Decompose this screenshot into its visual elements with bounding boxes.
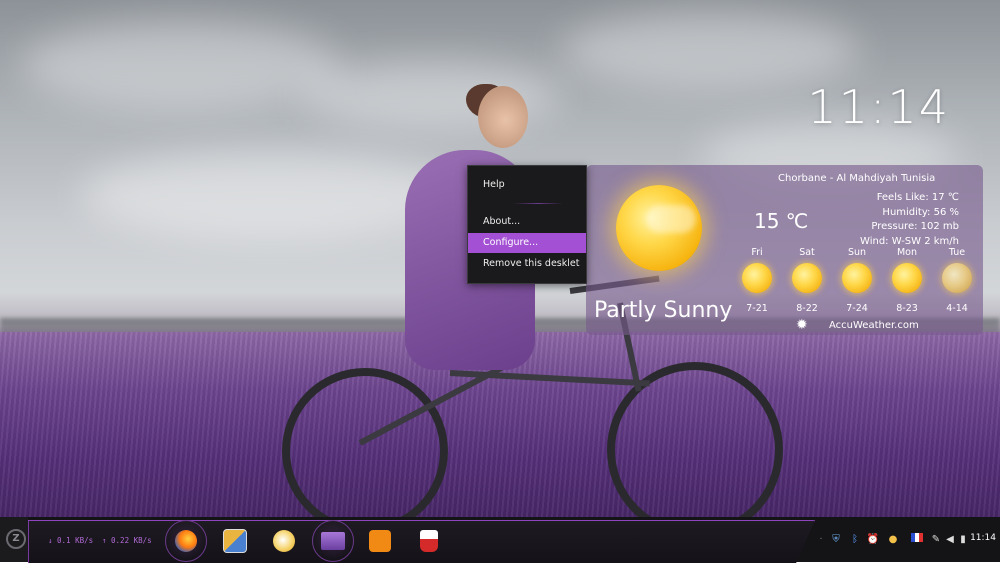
bluetooth-icon[interactable]: ᛒ — [849, 533, 861, 547]
keyboard-layout-flag-icon[interactable] — [910, 533, 924, 547]
battery-icon[interactable]: ▮ — [958, 533, 968, 547]
forecast-day-name: Fri — [751, 247, 763, 258]
forecast-range: 4-14 — [946, 303, 968, 314]
forecast-range: 7-21 — [746, 303, 768, 314]
hazy-sun-icon — [942, 263, 972, 293]
launcher-feed-reader[interactable] — [364, 525, 396, 557]
weather-app-icon — [273, 530, 295, 552]
net-down-speed: ↓ 0.1 KB/s — [48, 536, 94, 545]
menu-logo-icon[interactable]: Z — [6, 529, 26, 549]
forecast-day-name: Sat — [799, 247, 815, 258]
bottom-panel: Z ↓ 0.1 KB/s ↑ 0.22 KB/s · ⛨ ᛒ ⏰ ● ✎ ◀ ▮… — [0, 517, 1000, 563]
launcher-libreoffice[interactable] — [219, 525, 251, 557]
menu-item-remove-desklet[interactable]: Remove this desklet — [468, 254, 586, 274]
forecast-day: Mon 8-23 — [887, 247, 927, 315]
sunny-icon — [792, 263, 822, 293]
rss-icon — [369, 530, 391, 552]
popcorn-icon — [420, 530, 438, 552]
net-up-speed: ↑ 0.22 KB/s — [102, 536, 152, 545]
forecast-day-name: Sun — [847, 247, 867, 258]
forecast-range: 8-23 — [896, 303, 918, 314]
sunny-icon — [892, 263, 922, 293]
menu-separator — [513, 203, 563, 204]
office-icon — [223, 529, 247, 553]
balloon-icon[interactable]: ● — [886, 533, 900, 547]
network-icon[interactable]: ✎ — [930, 533, 942, 547]
desktop-clock: 11:14 — [807, 80, 950, 134]
weather-location: Chorbane - Al Mahdiyah Tunisia — [778, 173, 936, 184]
menu-item-configure[interactable]: Configure... — [468, 233, 586, 253]
weather-source-link[interactable]: AccuWeather.com — [829, 320, 919, 331]
alarm-clock-icon[interactable]: ⏰ — [866, 533, 880, 547]
forecast-range: 7-24 — [846, 303, 868, 314]
cloud-overlay — [646, 205, 696, 233]
humidity: Humidity: 56 % — [882, 206, 959, 218]
feels-like: Feels Like: 17 ℃ — [876, 192, 959, 203]
launcher-firefox[interactable] — [165, 520, 207, 562]
sunny-icon — [742, 263, 772, 293]
firefox-icon — [175, 530, 197, 552]
volume-icon[interactable]: ◀ — [944, 533, 956, 547]
forecast-day-name: Tue — [948, 247, 966, 258]
desklet-context-menu: Help About... Configure... Remove this d… — [467, 165, 587, 284]
menu-item-help[interactable]: Help — [468, 175, 586, 195]
pressure: Pressure: 102 mb — [871, 221, 959, 232]
menu-item-about[interactable]: About... — [468, 212, 586, 232]
forecast-day: Fri 7-21 — [737, 247, 777, 315]
forecast-day: Tue 4-14 — [937, 247, 977, 315]
tray-clock[interactable]: 11:14 — [970, 533, 996, 543]
folder-icon — [321, 532, 345, 550]
forecast-range: 8-22 — [796, 303, 818, 314]
tray-dot-icon[interactable]: · — [816, 533, 826, 547]
forecast-day: Sat 8-22 — [787, 247, 827, 315]
sunny-icon — [842, 263, 872, 293]
forecast-day: Sun 7-24 — [837, 247, 877, 315]
shield-icon[interactable]: ⛨ — [829, 533, 843, 547]
launcher-files[interactable] — [312, 520, 354, 562]
forecast-day-name: Mon — [896, 247, 918, 258]
weather-condition: Partly Sunny — [594, 298, 733, 323]
accuweather-sun-icon: ✹ — [796, 317, 808, 333]
launcher-popcorn[interactable] — [413, 525, 445, 557]
weather-desklet[interactable]: Chorbane - Al Mahdiyah Tunisia 15 ℃ Feel… — [586, 165, 983, 335]
weather-temperature: 15 ℃ — [754, 209, 809, 233]
launcher-weather[interactable] — [268, 525, 300, 557]
weather-details: Feels Like: 17 ℃ Humidity: 56 % Pressure… — [860, 191, 959, 249]
